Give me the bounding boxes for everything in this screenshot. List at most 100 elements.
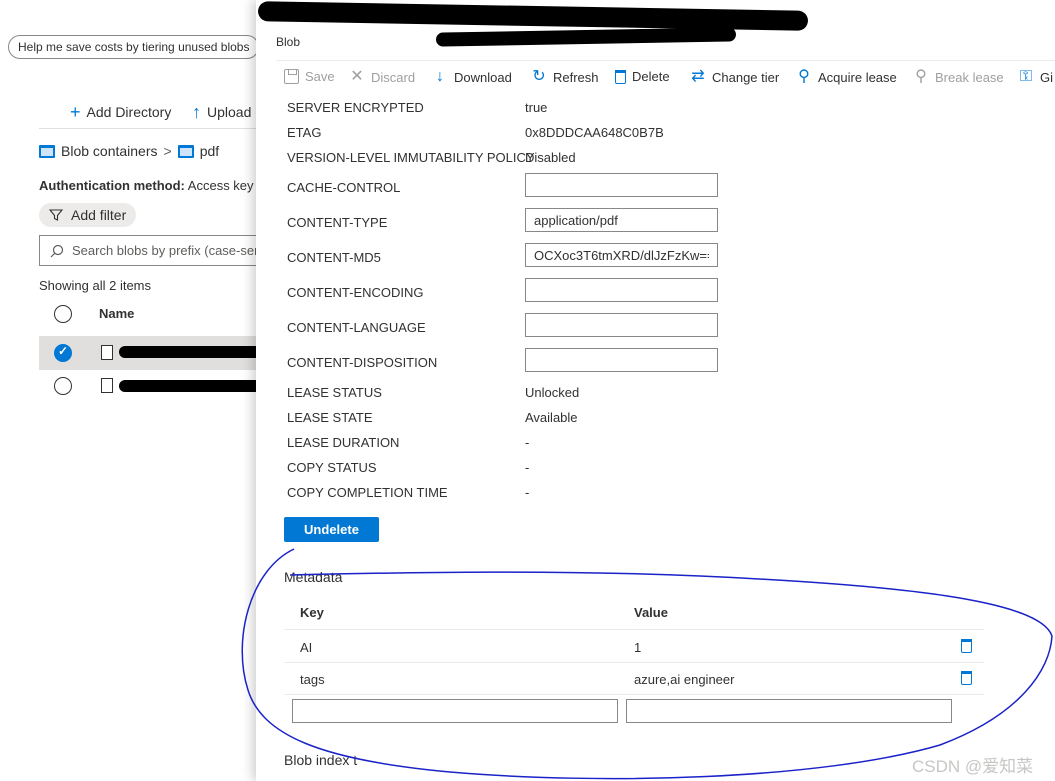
content-md5-label: CONTENT-MD5 [287,250,381,265]
copy-status-label: COPY STATUS [287,460,377,475]
lease-duration-value: - [525,435,530,450]
content-encoding-label: CONTENT-ENCODING [287,285,424,300]
file-icon [101,345,113,360]
cache-control-label: CACHE-CONTROL [287,180,401,195]
server-encrypted-value: true [525,100,548,115]
more-toolbar-button[interactable]: ⚿ Gi [1018,69,1053,85]
metadata-row: tags azure,ai engineer [284,663,984,695]
breadcrumb-separator: > [163,143,172,159]
delete-label: Delete [632,69,670,84]
download-label: Download [454,69,512,85]
value-column-header: Value [634,605,668,620]
plus-icon: + [70,102,81,122]
redacted-blob-name [119,380,262,392]
undelete-button[interactable]: Undelete [284,517,379,542]
filter-icon [49,209,63,221]
download-icon: ↓ [436,68,444,85]
discard-button[interactable]: ✕ Discard [349,69,415,85]
immutability-policy-label: VERSION-LEVEL IMMUTABILITY POLICY [287,150,535,165]
blob-search-input[interactable]: Search blobs by prefix (case-sen [39,235,279,266]
break-lease-button[interactable]: ⚲ Break lease [913,69,1004,85]
metadata-value: azure,ai engineer [634,672,735,687]
breadcrumb: Blob containers > pdf [39,143,219,159]
change-tier-button[interactable]: ⇄ Change tier [690,69,779,85]
break-link-icon: ⚲ [915,68,927,85]
content-type-label: CONTENT-TYPE [287,215,388,230]
refresh-button[interactable]: ↻ Refresh [531,68,599,85]
file-icon [101,378,113,393]
download-button[interactable]: ↓ Download [432,69,512,85]
delete-button[interactable]: Delete [615,69,670,84]
copy-completion-time-label: COPY COMPLETION TIME [287,485,448,500]
refresh-label: Refresh [553,69,599,85]
acquire-lease-label: Acquire lease [818,69,897,85]
upload-label: Upload [207,104,252,120]
add-directory-button[interactable]: + Add Directory [70,100,171,124]
delete-metadata-icon[interactable] [961,671,972,685]
trash-icon [615,69,626,84]
redacted-blob-title [257,1,809,31]
add-filter-label: Add filter [71,207,127,223]
search-icon [50,244,64,257]
metadata-key: tags [300,672,325,687]
name-column-header[interactable]: Name [99,306,134,321]
upload-button[interactable]: ↑ Upload [192,100,251,124]
more-toolbar-label: Gi [1040,69,1053,85]
etag-label: ETAG [287,125,322,140]
blade-subtitle: Blob [276,35,301,49]
new-metadata-key-input[interactable] [292,699,618,723]
auth-method-label: Authentication method: [39,178,185,193]
metadata-section-title: Metadata [284,569,343,585]
content-encoding-input[interactable] [525,278,718,302]
metadata-row: AI 1 [284,631,984,663]
acquire-lease-button[interactable]: ⚲ Acquire lease [796,69,897,85]
blob-index-section-title: Blob index t [284,752,358,768]
delete-metadata-icon[interactable] [961,639,972,653]
content-md5-input[interactable] [525,243,718,267]
save-costs-tip-button[interactable]: Help me save costs by tiering unused blo… [8,35,260,59]
container-icon [177,144,194,158]
save-label: Save [305,69,335,84]
row-select-radio[interactable] [54,377,72,395]
breadcrumb-blob-containers[interactable]: Blob containers [61,143,158,159]
new-metadata-value-input[interactable] [626,699,952,723]
search-placeholder: Search blobs by prefix (case-sen [72,243,262,258]
content-language-input[interactable] [525,313,718,337]
key-column-header: Key [300,605,324,620]
container-icon [39,144,55,158]
add-filter-button[interactable]: Add filter [39,203,137,227]
copy-status-value: - [525,460,530,475]
blob-properties-blade: Blob Save ✕ Discard ↓ Download ↻ Refresh… [256,0,1055,781]
command-bar-divider [39,128,262,129]
etag-value: 0x8DDDCAA648C0B7B [525,125,664,140]
item-count: Showing all 2 items [39,278,151,293]
immutability-policy-value: Disabled [525,150,576,165]
select-all-radio[interactable] [54,305,72,323]
upload-icon: ↑ [192,102,201,122]
auth-method-value: Access key [187,178,254,193]
lease-state-label: LEASE STATE [287,410,373,425]
save-icon [284,69,299,84]
server-encrypted-label: SERVER ENCRYPTED [287,100,424,115]
person-key-icon: ⚿ [1019,68,1033,85]
save-button[interactable]: Save [284,69,335,84]
close-icon: ✕ [350,68,364,85]
blob-toolbar: Save ✕ Discard ↓ Download ↻ Refresh Dele… [276,60,1055,94]
row-select-radio[interactable] [54,344,72,362]
content-type-input[interactable] [525,208,718,232]
swap-icon: ⇄ [691,68,705,85]
csdn-watermark: CSDN @爱知菜 [912,757,1034,776]
content-disposition-input[interactable] [525,348,718,372]
redacted-blob-title [435,27,737,47]
break-lease-label: Break lease [935,69,1004,85]
refresh-icon: ↻ [532,68,546,85]
link-icon: ⚲ [798,68,810,85]
content-language-label: CONTENT-LANGUAGE [287,320,426,335]
discard-label: Discard [371,69,416,85]
lease-duration-label: LEASE DURATION [287,435,400,450]
change-tier-label: Change tier [712,69,780,85]
auth-method: Authentication method: Access key (S [39,178,270,193]
cache-control-input[interactable] [525,173,718,197]
redacted-blob-name [119,346,262,358]
breadcrumb-container[interactable]: pdf [200,143,219,159]
